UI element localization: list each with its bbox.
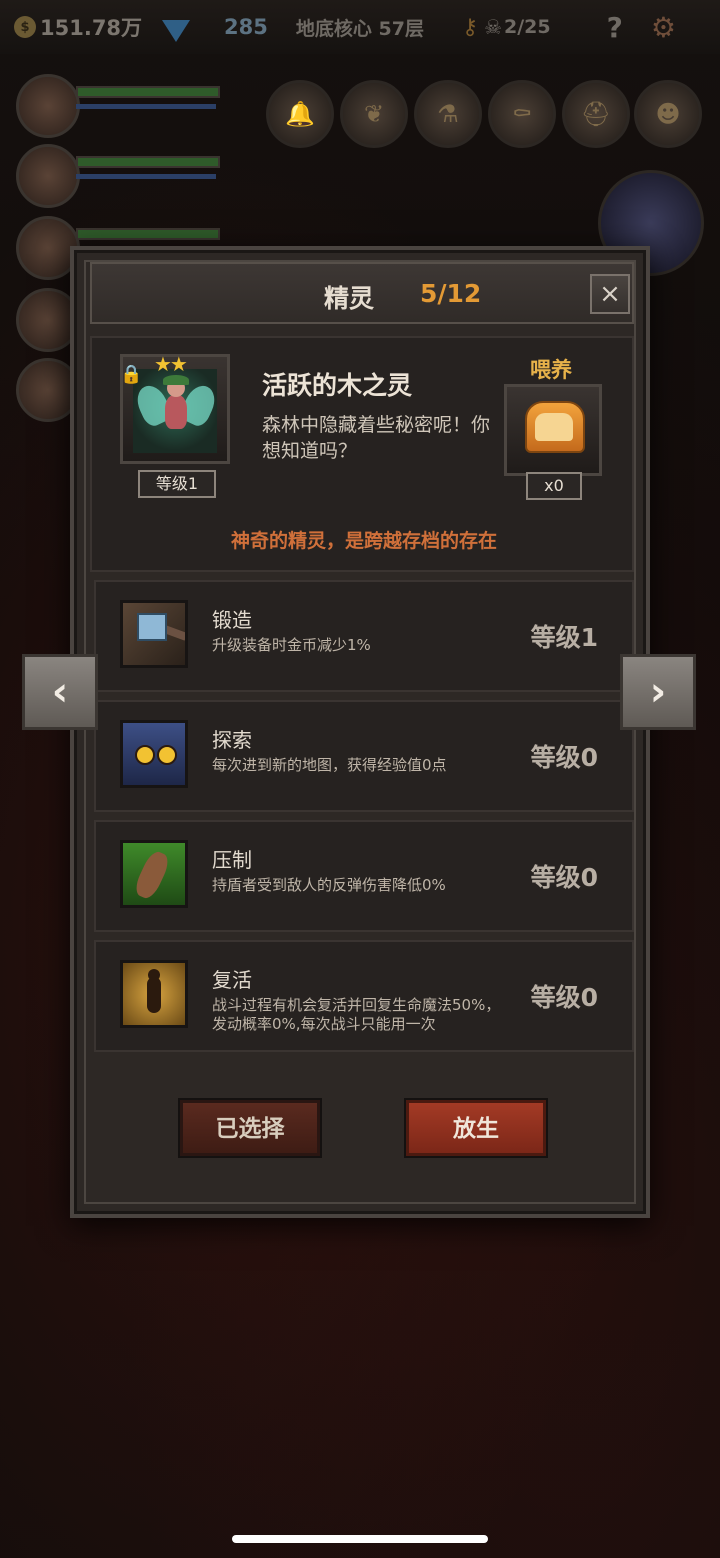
spirit-name: 活跃的木之灵 bbox=[262, 371, 413, 400]
hero-health-bar bbox=[76, 156, 220, 168]
chevron-right-icon: › bbox=[649, 669, 667, 715]
skill-description: 战斗过程有机会复活并回复生命魔法50%，发动概率0%,每次战斗只能用一次 bbox=[212, 996, 501, 1033]
close-icon: × bbox=[599, 279, 621, 309]
help-icon[interactable]: ? bbox=[607, 11, 623, 44]
gear-icon[interactable]: ⚙ bbox=[651, 11, 676, 44]
hero-portrait bbox=[16, 74, 80, 138]
gold-amount: 151.78万 bbox=[40, 16, 143, 40]
key-icon: ⚷ bbox=[461, 14, 479, 40]
skill-name: 锻造 bbox=[212, 608, 252, 632]
spirit-description: 森林中隐藏着些秘密呢！你想知道吗？ bbox=[262, 414, 491, 462]
star-rating: ★★ bbox=[154, 352, 188, 376]
spirit-level-badge: 等级1 bbox=[138, 470, 216, 498]
pumpkin-icon: ☻ bbox=[634, 80, 702, 148]
hero-health-bar bbox=[76, 228, 220, 240]
skill-name: 探索 bbox=[212, 728, 252, 752]
skill-name: 压制 bbox=[212, 848, 252, 872]
skill-level: 等级0 bbox=[530, 863, 598, 892]
feed-slot[interactable] bbox=[504, 384, 602, 476]
next-spirit-button[interactable]: › bbox=[620, 654, 696, 730]
gem-icon bbox=[162, 20, 191, 42]
fairy-body bbox=[165, 395, 187, 429]
spirit-dialog: 精灵 5/12 × 🔒 ★★ 等级1 活跃的木之灵 森林中隐藏着些秘密呢！你想知… bbox=[70, 246, 650, 1218]
dialog-title: 精灵 bbox=[324, 284, 375, 313]
hero-portrait bbox=[16, 144, 80, 208]
coin-icon: $ bbox=[14, 16, 36, 38]
hero-health-bar bbox=[76, 86, 220, 98]
claw-icon bbox=[120, 840, 188, 908]
coffin-icon: ⚰ bbox=[488, 80, 556, 148]
release-button[interactable]: 放生 bbox=[406, 1100, 546, 1156]
skill-level: 等级0 bbox=[530, 983, 598, 1012]
skill-level: 等级1 bbox=[530, 623, 598, 652]
bread-icon bbox=[525, 401, 585, 453]
skill-description: 升级装备时金币减少1% bbox=[212, 636, 371, 654]
skill-name: 复活 bbox=[212, 968, 252, 992]
home-indicator[interactable] bbox=[232, 1535, 488, 1543]
fairy-image bbox=[131, 369, 221, 453]
skill-row-suppress[interactable]: 压制 持盾者受到敌人的反弹伤害降低0% 等级0 bbox=[94, 820, 634, 932]
chevron-left-icon: ‹ bbox=[51, 669, 69, 715]
skill-description: 持盾者受到敌人的反弹伤害降低0% bbox=[212, 876, 446, 894]
close-button[interactable]: × bbox=[590, 274, 630, 314]
hero-mana-bar bbox=[76, 104, 216, 109]
gem-amount: 285 bbox=[224, 15, 268, 39]
feed-count: x0 bbox=[526, 472, 582, 500]
fairy-hat bbox=[163, 375, 189, 385]
helmet-icon: ⛑ bbox=[562, 80, 630, 148]
skill-row-explore[interactable]: 探索 每次进到新的地图，获得经验值0点 等级0 bbox=[94, 700, 634, 812]
hero-mana-bar bbox=[76, 174, 216, 179]
bell-icon: 🔔 bbox=[266, 80, 334, 148]
hammer-icon bbox=[120, 600, 188, 668]
selected-button[interactable]: 已选择 bbox=[180, 1100, 320, 1156]
spirit-motto: 神奇的精灵，是跨越存档的存在 bbox=[230, 530, 497, 552]
feed-label: 喂养 bbox=[530, 358, 572, 382]
previous-spirit-button[interactable]: ‹ bbox=[22, 654, 98, 730]
owl-icon bbox=[120, 720, 188, 788]
skill-row-forge[interactable]: 锻造 升级装备时金币减少1% 等级1 bbox=[94, 580, 634, 692]
resource-bar: $ 151.78万 285 地底核心 57层 ⚷ ☠ 2/25 ? ⚙ bbox=[0, 0, 720, 54]
feather-icon: ❦ bbox=[340, 80, 408, 148]
revive-icon bbox=[120, 960, 188, 1028]
lock-icon[interactable]: 🔒 bbox=[120, 364, 142, 385]
skill-description: 每次进到新的地图，获得经验值0点 bbox=[212, 756, 447, 774]
dungeon-floor: 地底核心 57层 bbox=[295, 17, 424, 40]
skill-level: 等级0 bbox=[530, 743, 598, 772]
potion-icon: ⚗ bbox=[414, 80, 482, 148]
kill-counter: 2/25 bbox=[504, 16, 551, 38]
spirit-count: 5/12 bbox=[420, 279, 482, 308]
skull-icon: ☠ bbox=[484, 15, 503, 39]
skill-row-revive[interactable]: 复活 战斗过程有机会复活并回复生命魔法50%，发动概率0%,每次战斗只能用一次 … bbox=[94, 940, 634, 1052]
